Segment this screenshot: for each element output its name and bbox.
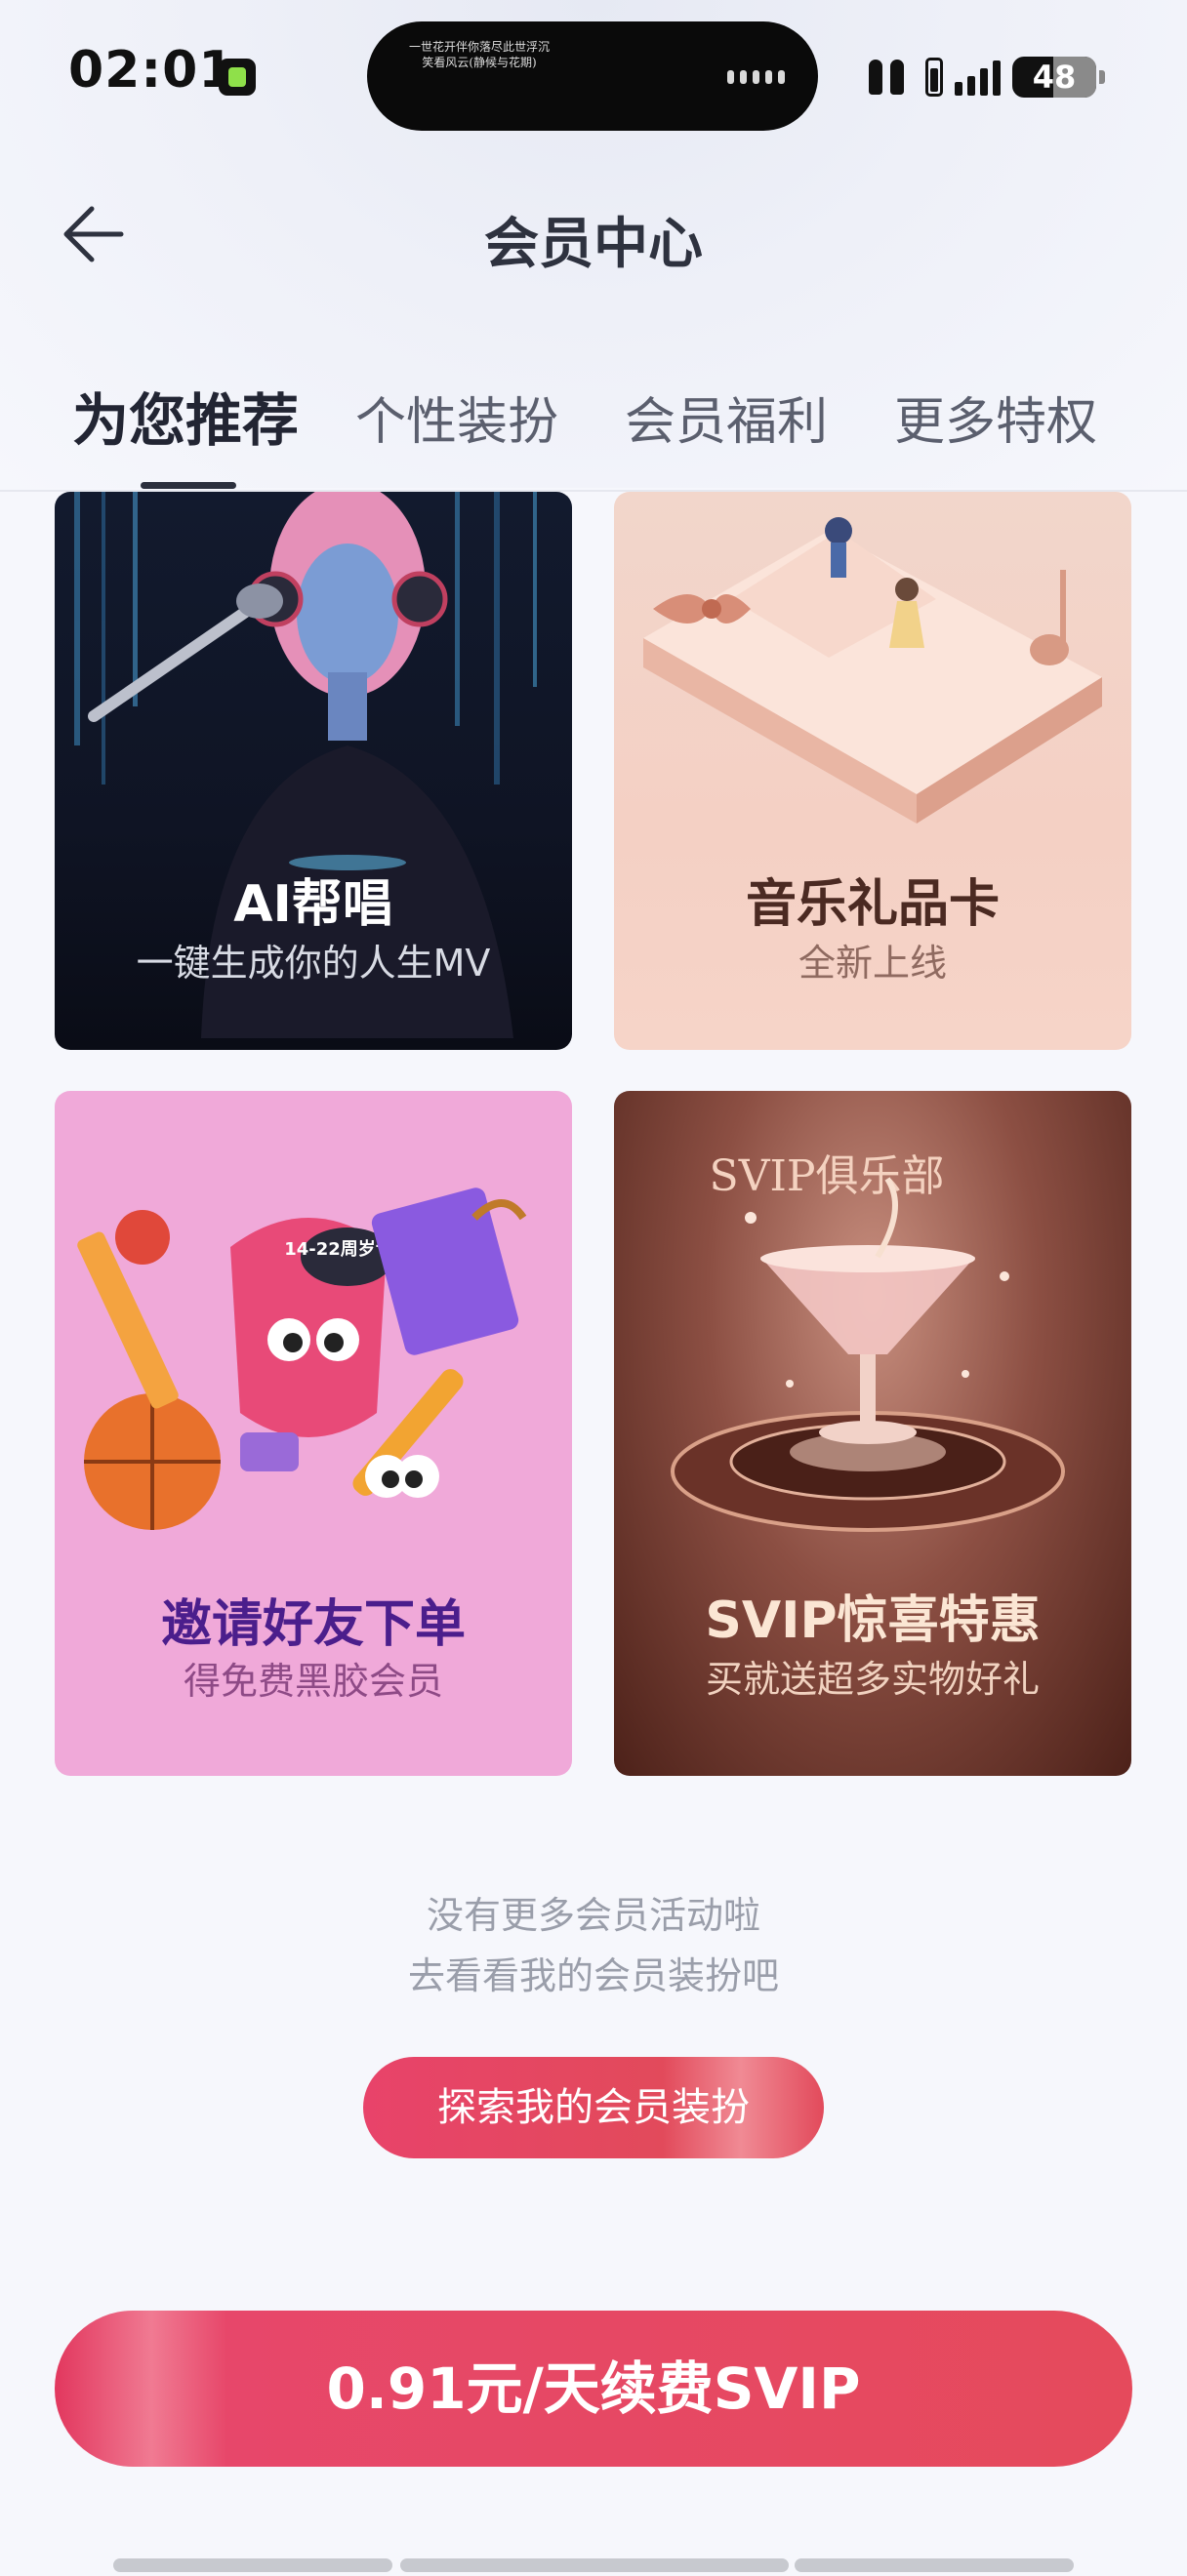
tab-more-privileges[interactable]: 更多特权 (894, 381, 1097, 454)
home-indicator-segment (795, 2558, 1074, 2572)
home-indicator-segment (400, 2558, 789, 2572)
card-title: 邀请好友下单 (160, 1595, 466, 1654)
svip-offer-card[interactable]: SVIP俱乐部 SVIP惊喜特惠 买就送超多实物好礼 (614, 1091, 1131, 1776)
card-title: 音乐礼品卡 (745, 875, 1000, 934)
empty-state-hint: 去看看我的会员装扮吧 (407, 1954, 779, 1997)
renew-svip-button[interactable]: 0.91元/天续费SVIP (55, 2311, 1132, 2467)
status-bar: 02:01 一世花开伴你落尽此世浮沉笑看风云(静候与花期) 48 (0, 0, 1187, 146)
card-subtitle: 得免费黑胶会员 (183, 1660, 443, 1703)
cellular-signal-icon (955, 59, 1001, 96)
tab-member-benefits[interactable]: 会员福利 (625, 381, 828, 454)
ai-sing-card[interactable]: AI帮唱 一键生成你的人生MV (55, 492, 572, 1050)
invite-friends-card[interactable]: 14-22周岁专享 邀请好友下单 得免费黑胶会员 (55, 1091, 572, 1776)
status-icons: 48 (859, 51, 1105, 103)
card-subtitle: 买就送超多实物好礼 (705, 1658, 1040, 1701)
home-indicator[interactable] (113, 2558, 392, 2572)
tab-bar: 为您推荐 个性装扮 会员福利 更多特权 (0, 371, 1187, 489)
explore-decorations-button[interactable]: 探索我的会员装扮 (363, 2057, 824, 2158)
waveform-icon (727, 70, 785, 84)
battery-icon: 48 (1012, 57, 1105, 98)
svip-club-logo: SVIP俱乐部 (710, 1151, 945, 1201)
battery-level: 48 (1032, 59, 1077, 96)
status-time: 02:01 (68, 41, 235, 100)
music-gift-card[interactable]: 音乐礼品卡 全新上线 (614, 492, 1131, 1050)
dynamic-island[interactable]: 一世花开伴你落尽此世浮沉笑看风云(静候与花期) (367, 21, 818, 131)
tab-active-indicator (141, 482, 236, 489)
empty-state-message: 没有更多会员活动啦 (426, 1894, 760, 1937)
card-subtitle: 一键生成你的人生MV (136, 942, 491, 985)
page-title: 会员中心 (484, 213, 703, 276)
tab-recommended[interactable]: 为您推荐 (72, 375, 299, 457)
earbuds-icon (859, 58, 914, 97)
island-lyric-text: 一世花开伴你落尽此世浮沉笑看风云(静候与花期) (408, 40, 550, 69)
earbuds-case-icon (925, 58, 943, 97)
card-title: SVIP惊喜特惠 (705, 1591, 1041, 1650)
music-app-icon (219, 59, 256, 96)
card-title: AI帮唱 (233, 875, 393, 934)
tab-personalization[interactable]: 个性装扮 (355, 381, 558, 454)
card-subtitle: 全新上线 (798, 942, 947, 985)
